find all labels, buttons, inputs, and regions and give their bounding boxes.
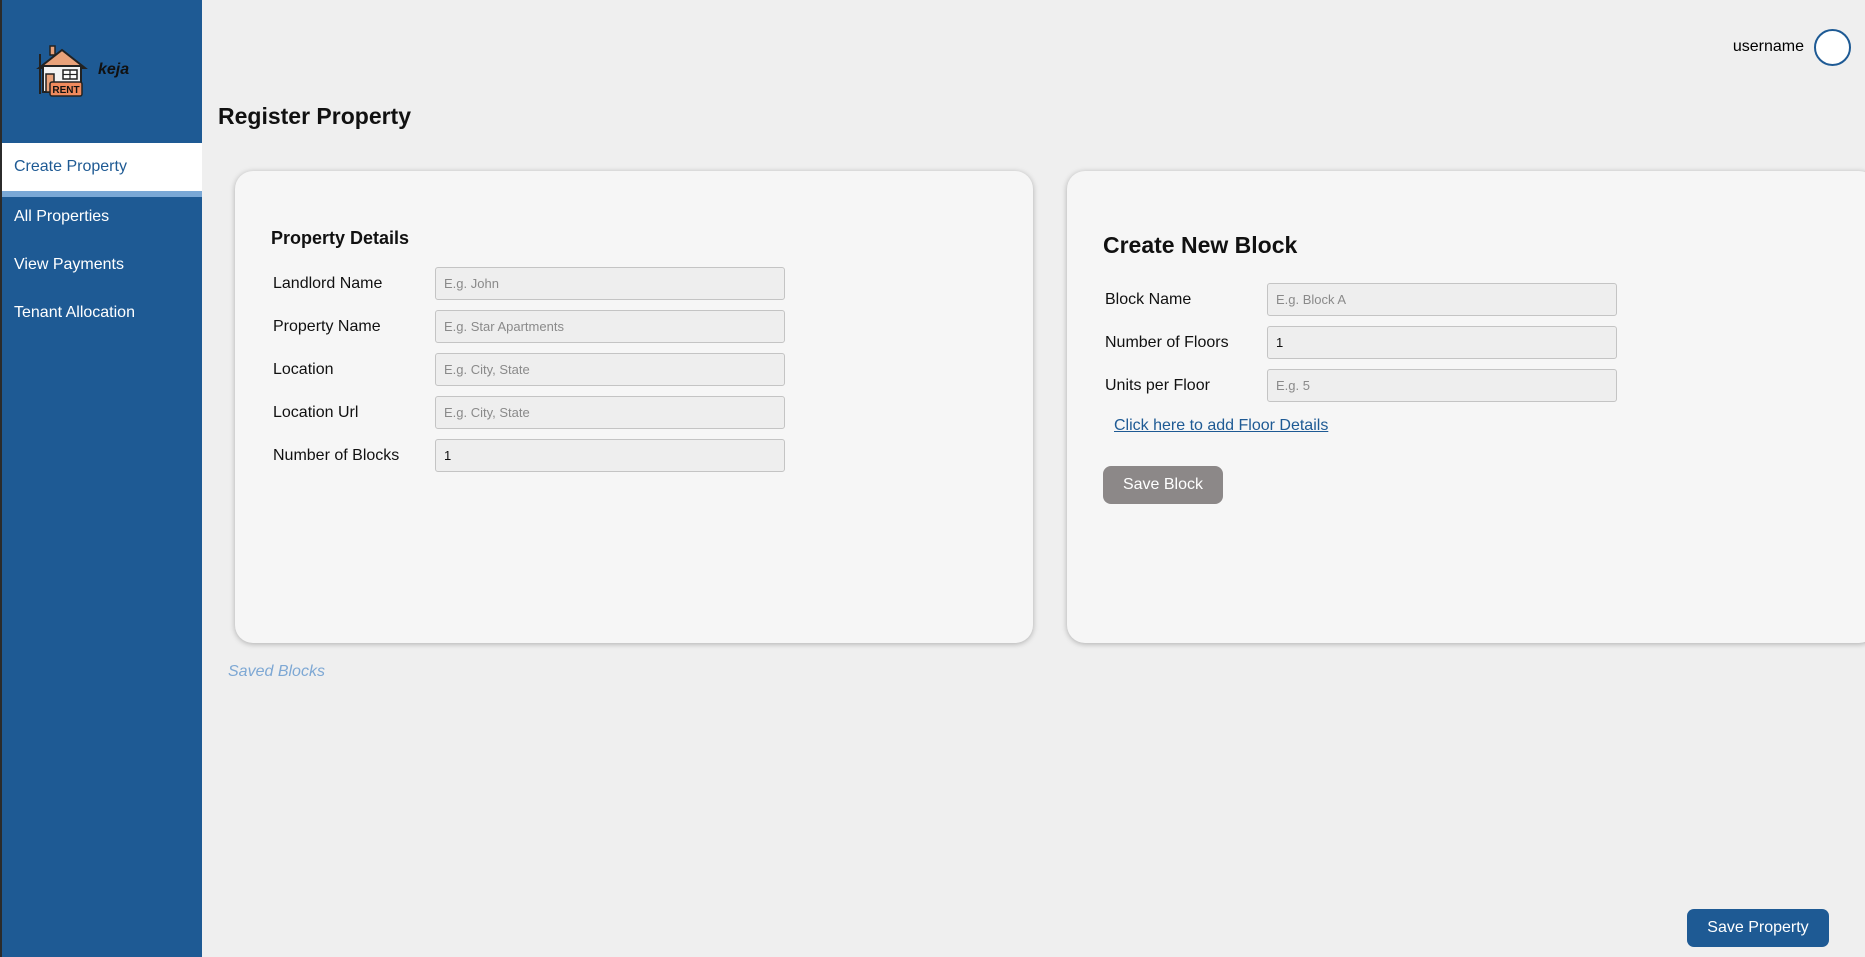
number-of-floors-input[interactable] bbox=[1267, 326, 1617, 359]
block-name-input[interactable] bbox=[1267, 283, 1617, 316]
block-name-row: Block Name bbox=[1105, 283, 1625, 316]
sidebar-item-all-properties[interactable]: All Properties bbox=[2, 208, 202, 226]
property-name-label: Property Name bbox=[273, 317, 381, 335]
create-block-card: Create New Block Block Name Number of Fl… bbox=[1067, 171, 1865, 643]
location-input[interactable] bbox=[435, 353, 785, 386]
logo[interactable]: RENT keja bbox=[36, 44, 146, 100]
property-name-row: Property Name bbox=[273, 310, 793, 343]
logo-badge-text: RENT bbox=[52, 85, 79, 96]
brand-name: keja bbox=[98, 61, 130, 78]
number-of-floors-label: Number of Floors bbox=[1105, 333, 1229, 351]
location-url-row: Location Url bbox=[273, 396, 793, 429]
property-details-card: Property Details Landlord Name Property … bbox=[235, 171, 1033, 643]
number-of-blocks-input[interactable] bbox=[435, 439, 785, 472]
avatar[interactable] bbox=[1814, 28, 1851, 66]
landlord-name-label: Landlord Name bbox=[273, 274, 383, 292]
property-name-input[interactable] bbox=[435, 310, 785, 343]
user-menu[interactable]: username bbox=[1732, 28, 1851, 66]
units-per-floor-row: Units per Floor bbox=[1105, 369, 1625, 402]
location-label: Location bbox=[273, 360, 334, 378]
number-of-blocks-label: Number of Blocks bbox=[273, 446, 400, 464]
units-per-floor-input[interactable] bbox=[1267, 369, 1617, 402]
number-of-floors-row: Number of Floors bbox=[1105, 326, 1625, 359]
saved-blocks-label: Saved Blocks bbox=[228, 663, 325, 680]
landlord-name-row: Landlord Name bbox=[273, 267, 793, 300]
add-floor-details-link[interactable]: Click here to add Floor Details bbox=[1114, 417, 1328, 435]
number-of-blocks-row: Number of Blocks bbox=[273, 439, 793, 472]
location-url-input[interactable] bbox=[435, 396, 785, 429]
sidebar-item-create-property[interactable]: Create Property bbox=[2, 143, 202, 197]
block-name-label: Block Name bbox=[1105, 290, 1192, 308]
units-per-floor-label: Units per Floor bbox=[1105, 376, 1210, 394]
page-title: Register Property bbox=[218, 103, 412, 129]
username-label: username bbox=[1732, 38, 1804, 55]
landlord-name-input[interactable] bbox=[435, 267, 785, 300]
sidebar: RENT keja Create Property All Properties… bbox=[0, 0, 202, 957]
save-property-button[interactable]: Save Property bbox=[1687, 909, 1829, 947]
property-details-title: Property Details bbox=[271, 228, 410, 248]
location-row: Location bbox=[273, 353, 793, 386]
sidebar-item-tenant-allocation[interactable]: Tenant Allocation bbox=[2, 304, 202, 322]
create-block-title: Create New Block bbox=[1103, 232, 1298, 258]
save-block-button[interactable]: Save Block bbox=[1103, 466, 1223, 504]
house-rent-icon: RENT bbox=[36, 45, 88, 97]
sidebar-item-view-payments[interactable]: View Payments bbox=[2, 256, 202, 274]
location-url-label: Location Url bbox=[273, 403, 359, 421]
